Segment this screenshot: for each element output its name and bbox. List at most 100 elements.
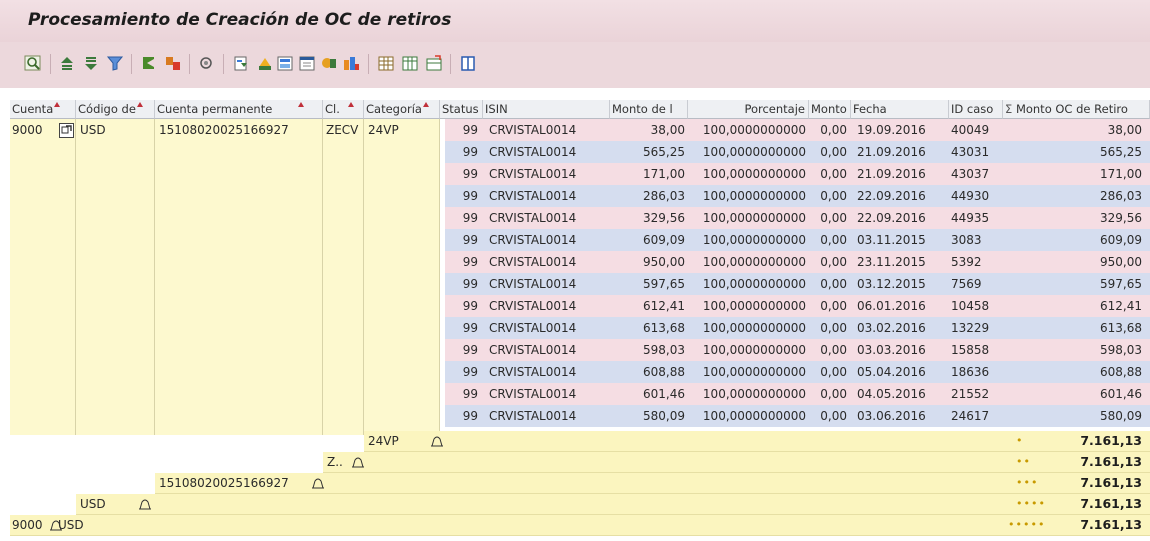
cell-monto-oc[interactable]: 565,25	[1003, 141, 1142, 163]
cell-monto-de[interactable]: 612,41	[610, 295, 685, 317]
cell-porcentaje[interactable]: 100,0000000000	[688, 207, 806, 229]
cell-monto-de[interactable]: 38,00	[610, 119, 685, 141]
cell-monto-oc[interactable]: 597,65	[1003, 273, 1142, 295]
cell-monto[interactable]: 0,00	[809, 317, 847, 339]
cell-isin[interactable]: CRVISTAL0014	[489, 361, 609, 383]
subtotal-row-cuenta-permanente[interactable]: 15108020025166927 ••• 7.161,13	[155, 473, 1150, 494]
cell-monto[interactable]: 0,00	[809, 339, 847, 361]
cell-isin[interactable]: CRVISTAL0014	[489, 163, 609, 185]
cell-isin[interactable]: CRVISTAL0014	[489, 295, 609, 317]
cell-fecha[interactable]: 03.12.2015	[857, 273, 947, 295]
cell-fecha[interactable]: 04.05.2016	[857, 383, 947, 405]
local-file-icon[interactable]	[298, 55, 317, 72]
cell-monto-de[interactable]: 286,03	[610, 185, 685, 207]
cell-monto[interactable]: 0,00	[809, 383, 847, 405]
subtotal-expand-icon[interactable]	[311, 477, 325, 492]
cell-monto[interactable]: 0,00	[809, 185, 847, 207]
col-header-cuenta-permanente[interactable]: Cuenta permanente	[155, 100, 323, 119]
cell-monto-de[interactable]: 598,03	[610, 339, 685, 361]
subtotal-row-cl[interactable]: Z.. •• 7.161,13	[323, 452, 1150, 473]
cell-status[interactable]: 99	[440, 339, 478, 361]
cell-monto-oc[interactable]: 608,88	[1003, 361, 1142, 383]
cell-porcentaje[interactable]: 100,0000000000	[688, 405, 806, 427]
cell-monto[interactable]: 0,00	[809, 251, 847, 273]
layout-icon[interactable]	[401, 55, 420, 72]
spreadsheet-icon[interactable]	[256, 55, 275, 72]
col-header-porcentaje[interactable]: Porcentaje	[688, 100, 809, 119]
cell-id-caso[interactable]: 7569	[951, 273, 1001, 295]
cell-monto-de[interactable]: 171,00	[610, 163, 685, 185]
cell-status[interactable]: 99	[440, 405, 478, 427]
details-row-icon[interactable]	[59, 123, 74, 138]
word-processing-icon[interactable]	[276, 55, 295, 72]
cell-monto-de[interactable]: 613,68	[610, 317, 685, 339]
cell-monto-oc[interactable]: 609,09	[1003, 229, 1142, 251]
subtotal-expand-icon[interactable]	[351, 456, 365, 471]
cell-monto-oc[interactable]: 598,03	[1003, 339, 1142, 361]
cell-monto[interactable]: 0,00	[809, 229, 847, 251]
col-header-monto-de[interactable]: Monto de l	[610, 100, 688, 119]
export-icon[interactable]	[232, 55, 251, 72]
cell-porcentaje[interactable]: 100,0000000000	[688, 383, 806, 405]
cell-monto-de[interactable]: 597,65	[610, 273, 685, 295]
cell-porcentaje[interactable]: 100,0000000000	[688, 185, 806, 207]
print-preview-icon[interactable]	[198, 55, 217, 72]
cell-isin[interactable]: CRVISTAL0014	[489, 229, 609, 251]
subtotal-row-categoria[interactable]: 24VP • 7.161,13	[364, 431, 1150, 452]
cell-fecha[interactable]: 03.11.2015	[857, 229, 947, 251]
subtotal-expand-icon[interactable]	[138, 498, 152, 513]
cell-status[interactable]: 99	[440, 383, 478, 405]
cell-status[interactable]: 99	[440, 141, 478, 163]
cell-porcentaje[interactable]: 100,0000000000	[688, 273, 806, 295]
cell-monto[interactable]: 0,00	[809, 207, 847, 229]
col-header-monto-oc[interactable]: Σ Monto OC de Retiro	[1003, 100, 1150, 119]
cell-monto[interactable]: 0,00	[809, 141, 847, 163]
col-header-status[interactable]: Status	[440, 100, 483, 119]
cell-status[interactable]: 99	[440, 251, 478, 273]
cell-porcentaje[interactable]: 100,0000000000	[688, 163, 806, 185]
cell-status[interactable]: 99	[440, 361, 478, 383]
cell-status[interactable]: 99	[440, 207, 478, 229]
cell-monto[interactable]: 0,00	[809, 163, 847, 185]
info-icon[interactable]	[459, 55, 478, 72]
subtotal-icon[interactable]	[140, 55, 159, 72]
cell-status[interactable]: 99	[440, 229, 478, 251]
cell-fecha[interactable]: 03.03.2016	[857, 339, 947, 361]
cell-fecha[interactable]: 23.11.2015	[857, 251, 947, 273]
cell-monto[interactable]: 0,00	[809, 119, 847, 141]
cell-isin[interactable]: CRVISTAL0014	[489, 185, 609, 207]
cell-fecha[interactable]: 05.04.2016	[857, 361, 947, 383]
cell-id-caso[interactable]: 40049	[951, 119, 1001, 141]
filter-icon[interactable]	[106, 55, 125, 72]
cell-isin[interactable]: CRVISTAL0014	[489, 383, 609, 405]
cell-porcentaje[interactable]: 100,0000000000	[688, 339, 806, 361]
cell-monto-oc[interactable]: 601,46	[1003, 383, 1142, 405]
abc-analysis-icon[interactable]	[342, 55, 361, 72]
cell-isin[interactable]: CRVISTAL0014	[489, 141, 609, 163]
cell-monto[interactable]: 0,00	[809, 295, 847, 317]
cell-status[interactable]: 99	[440, 119, 478, 141]
cell-id-caso[interactable]: 15858	[951, 339, 1001, 361]
col-header-monto[interactable]: Monto	[809, 100, 851, 119]
cell-porcentaje[interactable]: 100,0000000000	[688, 119, 806, 141]
cell-fecha[interactable]: 03.02.2016	[857, 317, 947, 339]
cell-id-caso[interactable]: 43031	[951, 141, 1001, 163]
col-header-id-caso[interactable]: ID caso	[949, 100, 1003, 119]
descending-sort-icon[interactable]	[82, 55, 101, 72]
cell-fecha[interactable]: 22.09.2016	[857, 185, 947, 207]
cell-monto-oc[interactable]: 612,41	[1003, 295, 1142, 317]
cell-porcentaje[interactable]: 100,0000000000	[688, 229, 806, 251]
cell-id-caso[interactable]: 24617	[951, 405, 1001, 427]
cell-monto-de[interactable]: 608,88	[610, 361, 685, 383]
cell-isin[interactable]: CRVISTAL0014	[489, 273, 609, 295]
mail-icon[interactable]	[320, 55, 339, 72]
total-row[interactable]: 9000 USD ••••• 7.161,13	[10, 515, 1150, 536]
cell-monto-oc[interactable]: 286,03	[1003, 185, 1142, 207]
cell-id-caso[interactable]: 43037	[951, 163, 1001, 185]
cell-id-caso[interactable]: 44930	[951, 185, 1001, 207]
cell-porcentaje[interactable]: 100,0000000000	[688, 317, 806, 339]
cell-fecha[interactable]: 19.09.2016	[857, 119, 947, 141]
cell-status[interactable]: 99	[440, 185, 478, 207]
cell-id-caso[interactable]: 18636	[951, 361, 1001, 383]
col-header-codigo[interactable]: Código de	[76, 100, 155, 119]
